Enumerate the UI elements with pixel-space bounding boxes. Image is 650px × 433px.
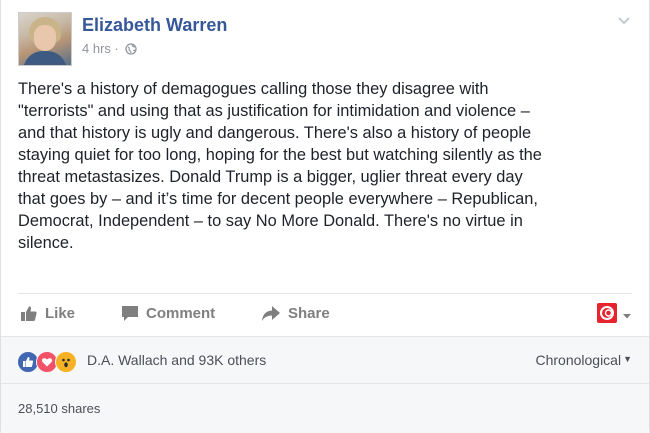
like-label: Like [45, 305, 76, 322]
share-button[interactable]: Share [261, 305, 330, 322]
thumbs-up-icon [20, 305, 38, 322]
post-card: Elizabeth Warren 4 hrs · There's a histo… [0, 0, 650, 433]
flag-badge-icon [596, 302, 618, 329]
share-count[interactable]: 28,510 shares [18, 401, 100, 416]
comment-button[interactable]: Comment [121, 305, 215, 322]
meta-separator: · [114, 41, 119, 56]
shares-row: 28,510 shares [1, 383, 649, 433]
post-meta: 4 hrs · [82, 41, 137, 58]
post-time[interactable]: 4 hrs [82, 41, 111, 56]
sort-label: Chronological [535, 352, 622, 368]
share-arrow-icon [261, 305, 281, 322]
caret-down-icon: ▼ [623, 354, 632, 364]
reactions-row: D.A. Wallach and 93K others Chronologica… [1, 336, 649, 383]
author-name[interactable]: Elizabeth Warren [82, 15, 227, 36]
author-avatar[interactable] [18, 12, 72, 66]
chevron-down-icon[interactable] [616, 14, 632, 28]
caret-down-icon [622, 307, 632, 325]
wow-reaction-icon [55, 351, 77, 373]
post-text: There's a history of demagogues calling … [18, 80, 542, 252]
reaction-icons[interactable] [17, 351, 77, 373]
post-header: Elizabeth Warren 4 hrs · [18, 12, 632, 66]
comment-icon [121, 305, 139, 322]
reaction-selector[interactable] [596, 302, 632, 329]
sort-dropdown[interactable]: Chronological ▼ [535, 352, 632, 368]
globe-icon [124, 43, 137, 58]
reaction-summary[interactable]: D.A. Wallach and 93K others [87, 352, 266, 368]
share-label: Share [288, 305, 330, 322]
action-bar: Like Comment Share [18, 293, 632, 336]
like-button[interactable]: Like [20, 305, 75, 322]
comment-label: Comment [146, 305, 216, 322]
